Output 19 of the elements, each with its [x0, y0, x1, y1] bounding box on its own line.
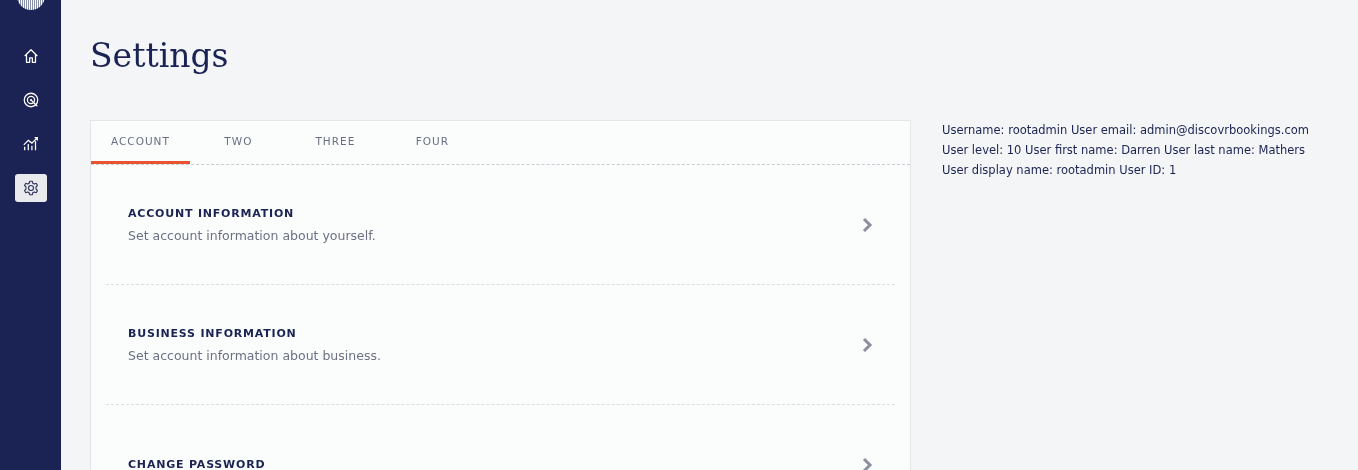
user-info-text: Username: rootadmin User email: admin@discovrbookings.com User level: 10 User first name: Darren User last name: Mathers User display name: rootadmin User ID: 1 [942, 122, 1310, 179]
sidebar-item[interactable] [14, 174, 47, 202]
setting-title[interactable]: CHANGE PASSWORD [128, 458, 861, 470]
setting-title[interactable]: ACCOUNT INFORMATION [128, 206, 861, 220]
target-icon [21, 91, 40, 109]
setting-description: Set account information about business. [128, 347, 382, 363]
chevron-right-icon[interactable] [861, 336, 873, 353]
chevron-right-icon[interactable] [861, 456, 873, 470]
setting-description: Set account information about yourself. [128, 227, 377, 243]
page-title: Settings [90, 36, 230, 76]
chart-icon [21, 135, 40, 153]
settings-icon [21, 179, 40, 197]
home-icon [21, 47, 40, 65]
chevron-right-icon[interactable] [861, 216, 873, 233]
tab[interactable]: FOUR [383, 121, 481, 164]
tab[interactable]: ACCOUNT [91, 121, 190, 164]
tab[interactable]: TWO [189, 121, 287, 164]
tab[interactable]: THREE [286, 121, 384, 164]
setting-title[interactable]: BUSINESS INFORMATION [128, 326, 861, 340]
